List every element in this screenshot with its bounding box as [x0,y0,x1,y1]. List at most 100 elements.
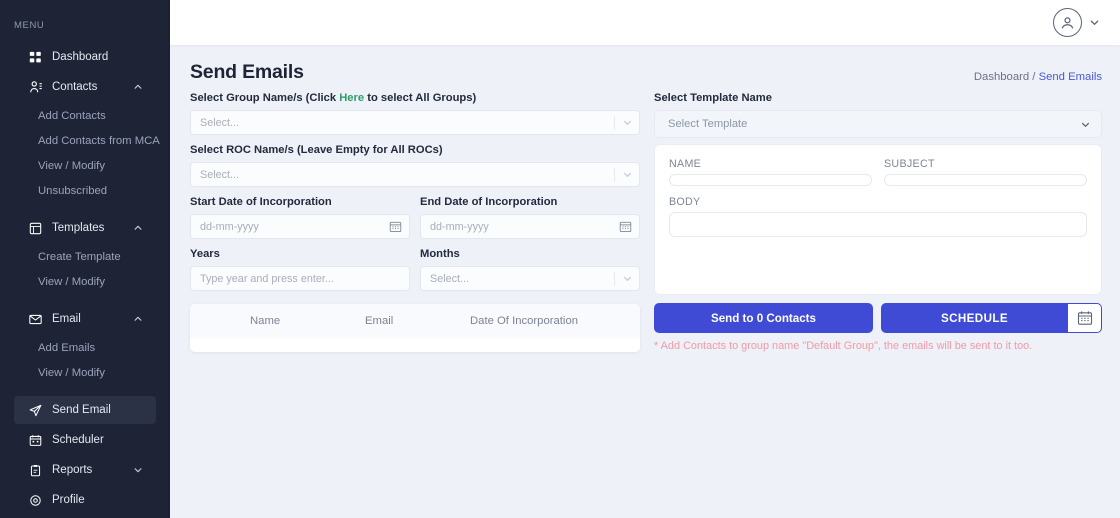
start-date-field: Start Date of Incorporation dd-mm-yyyy [190,195,410,247]
template-body-field: BODY [669,196,1087,237]
main-region: Send Emails Dashboard / Send Emails Sele… [170,0,1120,518]
months-label: Months [420,248,460,260]
breadcrumb-separator: / [1032,71,1036,83]
template-name-label: Select Template Name [654,92,772,104]
send-to-contacts-button[interactable]: Send to 0 Contacts [654,303,873,333]
calendar-icon[interactable] [619,220,632,233]
sidebar-item-label: Contacts [52,81,98,93]
chevron-down-icon[interactable] [615,169,639,180]
table-body-empty [190,338,640,352]
template-name-field: NAME [669,158,872,186]
sidebar-item-label: Dashboard [52,51,109,63]
template-select[interactable]: Select Template [654,110,1102,138]
chevron-up-icon [132,313,144,325]
sidebar-item-label: Reports [52,464,93,476]
calendar-icon[interactable] [389,220,402,233]
schedule-button-group: SCHEDULE [881,303,1102,333]
page-content: Send Emails Dashboard / Send Emails Sele… [170,45,1120,518]
sidebar: MENU Dashboard Contacts Add Contacts Add… [0,0,170,518]
years-label: Years [190,248,220,260]
date-range-row: Start Date of Incorporation dd-mm-yyyy E… [190,195,640,247]
sidebar-item-dashboard[interactable]: Dashboard [14,43,156,71]
sidebar-divider-spacer-2 [0,294,170,303]
sidebar-divider-spacer [0,203,170,212]
sidebar-subitem-templates-view-modify[interactable]: View / Modify [0,269,170,294]
sidebar-item-scheduler[interactable]: Scheduler [14,426,156,454]
chevron-down-icon[interactable] [615,273,639,284]
body-label: BODY [669,196,701,208]
sidebar-item-profile[interactable]: Profile [14,486,156,514]
sidebar-subitem-email-view-modify[interactable]: View / Modify [0,360,170,385]
sidebar-item-label: Profile [52,494,85,506]
breadcrumb-root[interactable]: Dashboard [974,71,1029,83]
chevron-up-icon [132,81,144,93]
sidebar-subitem-unsubscribed[interactable]: Unsubscribed [0,178,170,203]
app-root: MENU Dashboard Contacts Add Contacts Add… [0,0,1120,518]
calendar-icon[interactable] [1067,304,1101,332]
subject-label: SUBJECT [884,158,935,170]
roc-name-label: Select ROC Name/s (Leave Empty for All R… [190,144,443,156]
clipboard-icon [28,463,43,478]
chevron-down-icon[interactable] [615,117,639,128]
subject-input[interactable] [884,174,1087,186]
end-date-field: End Date of Incorporation dd-mm-yyyy [420,195,640,247]
select-all-groups-link[interactable]: Here [339,92,364,104]
calendar-icon [28,433,43,448]
sidebar-item-label: Email [52,313,81,325]
sidebar-subitem-create-template[interactable]: Create Template [0,244,170,269]
account-menu[interactable] [1053,8,1100,37]
chevron-up-icon [132,222,144,234]
grid-icon [28,50,43,65]
page-title: Send Emails [190,61,304,83]
sidebar-subitem-add-emails[interactable]: Add Emails [0,335,170,360]
default-group-note: * Add Contacts to group name "Default Gr… [654,340,1033,352]
group-label-post: to select All Groups) [364,92,477,104]
start-date-input[interactable]: dd-mm-yyyy [190,214,410,239]
table-header-row: Name Email Date Of Incorporation [190,304,640,338]
sidebar-item-reports[interactable]: Reports [14,456,156,484]
sidebar-item-email[interactable]: Email [14,305,156,333]
sidebar-item-contacts[interactable]: Contacts [14,73,156,101]
chevron-down-icon [1089,17,1100,28]
sidebar-subitem-add-contacts-from-mca[interactable]: Add Contacts from MCA [0,128,170,153]
group-name-select-placeholder: Select... [200,116,240,129]
name-label: NAME [669,158,702,170]
sidebar-item-label: Send Email [52,404,111,416]
template-form-card: NAME SUBJECT BODY [654,144,1102,295]
sidebar-item-label: Templates [52,222,105,234]
start-date-placeholder: dd-mm-yyyy [200,220,259,233]
template-subject-field: SUBJECT [884,158,1087,186]
table-header-email: Email [365,315,394,327]
sidebar-divider-spacer-3 [0,385,170,394]
months-select-placeholder: Select... [430,272,470,285]
sidebar-subitem-contacts-view-modify[interactable]: View / Modify [0,153,170,178]
two-column-layout: Select Group Name/s (Click Here to selec… [190,91,1102,352]
years-placeholder: Type year and press enter... [200,272,334,285]
end-date-label: End Date of Incorporation [420,196,558,208]
years-field: Years Type year and press enter... [190,247,410,299]
sidebar-subitem-add-contacts[interactable]: Add Contacts [0,103,170,128]
years-input[interactable]: Type year and press enter... [190,266,410,291]
start-date-label: Start Date of Incorporation [190,196,332,208]
user-circle-icon [1053,8,1082,37]
breadcrumb: Dashboard / Send Emails [974,61,1102,83]
gear-icon [28,493,43,508]
schedule-button[interactable]: SCHEDULE [882,304,1067,332]
group-name-select[interactable]: Select... [190,110,640,135]
sidebar-item-templates[interactable]: Templates [14,214,156,242]
months-field: Months Select... [420,247,640,299]
sidebar-menu-label: MENU [14,20,45,31]
sidebar-item-send-email[interactable]: Send Email [14,396,156,424]
months-select[interactable]: Select... [420,266,640,291]
page-header: Send Emails Dashboard / Send Emails [190,61,1102,84]
chevron-down-icon[interactable] [1080,119,1091,130]
table-header-name: Name [250,315,281,327]
template-column: Select Template Name Select Template NAM… [654,91,1102,352]
roc-name-select[interactable]: Select... [190,162,640,187]
roc-name-select-placeholder: Select... [200,168,240,181]
name-input[interactable] [669,174,872,186]
end-date-input[interactable]: dd-mm-yyyy [420,214,640,239]
action-buttons: Send to 0 Contacts SCHEDULE [654,303,1102,333]
breadcrumb-current[interactable]: Send Emails [1039,71,1102,83]
body-textarea[interactable] [669,212,1087,237]
